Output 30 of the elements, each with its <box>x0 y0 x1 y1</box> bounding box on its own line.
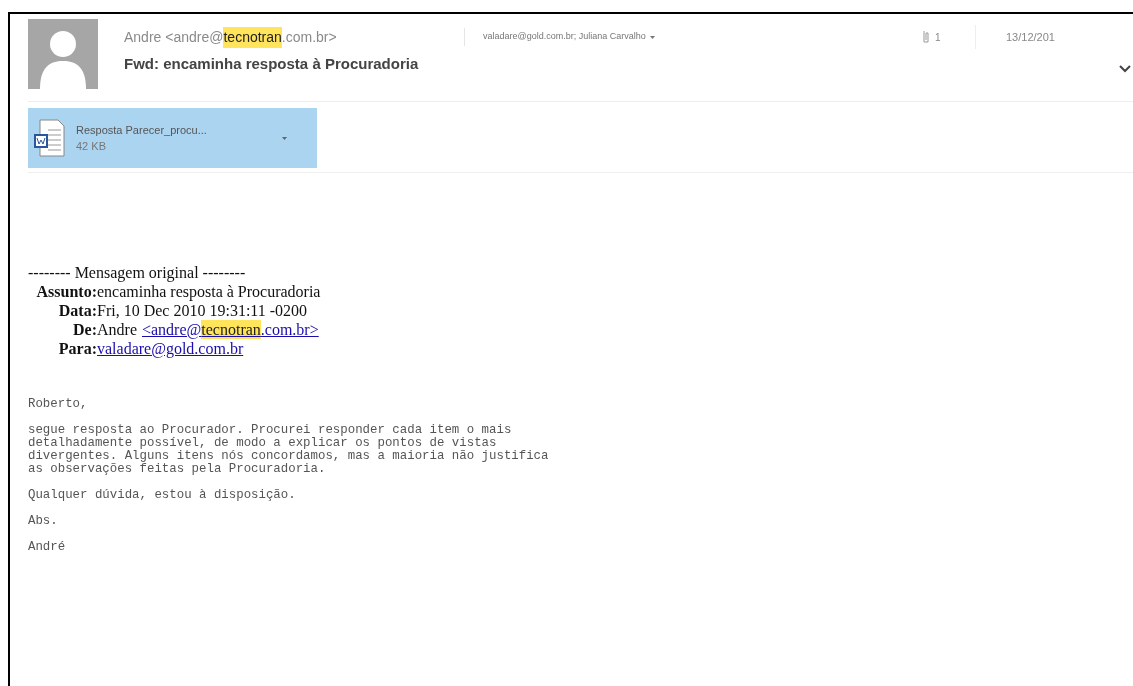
attachment-size: 42 KB <box>76 139 107 154</box>
attachment-count: 1 <box>935 30 942 45</box>
field-label: Para: <box>57 339 97 357</box>
paperclip-icon <box>923 30 929 44</box>
body-paragraph: André <box>28 541 67 554</box>
field-label: Data: <box>57 301 97 320</box>
forward-separator: -------- Mensagem original -------- <box>28 263 247 282</box>
avatar-silhouette-icon <box>28 19 98 89</box>
word-document-icon <box>32 118 68 158</box>
attachment-name: Resposta Parecer_procu... <box>76 122 208 138</box>
message-date: 13/12/201 <box>1006 29 1055 45</box>
field-value: Fri, 10 Dec 2010 19:31:11 -0200 <box>97 301 308 320</box>
field-value: encaminha resposta à Procuradoria <box>97 282 321 301</box>
chevron-down-icon[interactable] <box>1119 65 1131 74</box>
recipients-dropdown[interactable]: valadare@gold.com.br; Juliana Carvalho <box>483 30 923 44</box>
email-address-part: .com.br> <box>281 27 337 47</box>
field-label: De: <box>72 320 97 339</box>
body-paragraph: Qualquer dúvida, estou à disposição. <box>28 489 297 502</box>
body-paragraph: Roberto, <box>28 398 89 411</box>
sender-name: Andre <box>97 320 137 339</box>
caret-icon[interactable] <box>649 35 655 39</box>
body-paragraph: segue resposta ao Procurador. Procurei responder cada item o mais detalhadamente possível, de modo a explicar os pontos de vistas divergentes. Alguns itens nós concordamos, mas a maioria não justifica as observações feitas pela Procuradoria. <box>28 424 550 476</box>
caret-icon[interactable] <box>282 136 287 140</box>
field-label: Assunto: <box>35 282 97 301</box>
attachment-item[interactable]: Resposta Parecer_procu... 42 KB <box>28 108 317 168</box>
email-address-part: tecnotran <box>223 26 282 48</box>
email-address-part[interactable]: valadare@gold.com.br <box>97 339 244 358</box>
email-address-part[interactable]: tecnotran <box>201 320 261 339</box>
message-subject: Fwd: encaminha resposta à Procuradoria <box>124 54 419 74</box>
body-paragraph: Abs. <box>28 515 59 528</box>
